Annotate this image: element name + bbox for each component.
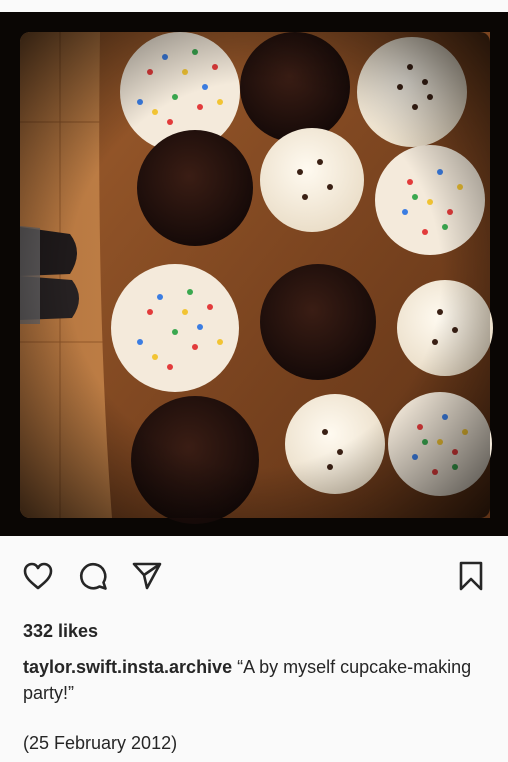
post-date-text: (25 February 2012) <box>23 733 178 753</box>
cupcakes-photo-illustration <box>0 12 508 536</box>
save-button[interactable] <box>454 558 488 594</box>
comment-button[interactable] <box>76 558 110 594</box>
heart-icon <box>23 562 53 590</box>
caption: taylor.swift.insta.archive “A by myself … <box>23 654 493 706</box>
caption-username[interactable]: taylor.swift.insta.archive <box>23 657 232 677</box>
likes-count[interactable]: 332 likes <box>23 619 98 643</box>
bookmark-icon <box>459 561 483 591</box>
paper-plane-icon <box>132 562 162 590</box>
like-button[interactable] <box>21 558 55 594</box>
instagram-post: 332 likes taylor.swift.insta.archive “A … <box>0 0 508 762</box>
share-button[interactable] <box>130 558 164 594</box>
comment-bubble-icon <box>79 562 107 590</box>
action-bar <box>0 558 508 598</box>
post-photo[interactable] <box>0 12 508 536</box>
